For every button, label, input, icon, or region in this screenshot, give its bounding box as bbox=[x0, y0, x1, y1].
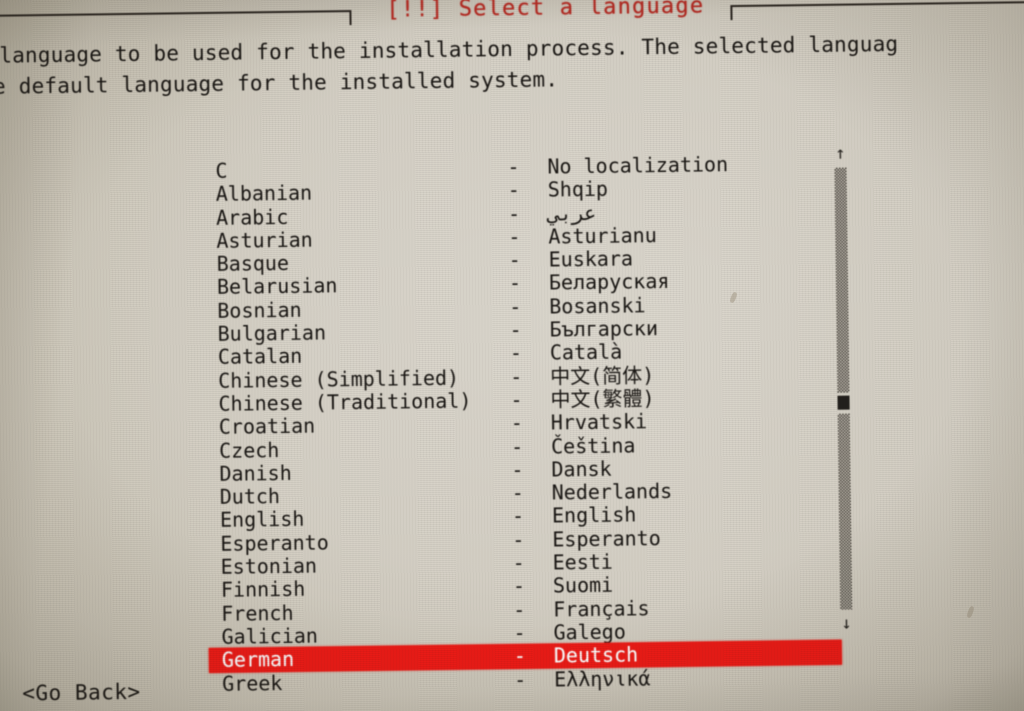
dialog-title: [!!] Select a language bbox=[386, 0, 705, 23]
language-name: Esperanto bbox=[220, 530, 329, 556]
terminal-surface: [!!] Select a language the language to b… bbox=[0, 0, 1024, 711]
language-separator-dash: - bbox=[508, 224, 521, 249]
language-native-name: Euskara bbox=[548, 246, 634, 272]
language-native-name: عربي bbox=[547, 200, 597, 226]
language-native-name: Deutsch bbox=[553, 642, 639, 668]
language-separator-dash: - bbox=[510, 434, 524, 459]
language-native-name: Беларуская bbox=[548, 269, 670, 295]
language-separator-dash: - bbox=[508, 271, 522, 296]
language-name: C bbox=[215, 158, 228, 183]
language-separator-dash: - bbox=[510, 411, 524, 436]
scrollbar-thumb[interactable] bbox=[837, 395, 850, 410]
language-native-name: Asturianu bbox=[548, 222, 657, 249]
dialog-titlebar: [!!] Select a language bbox=[0, 0, 1024, 29]
language-native-name: Français bbox=[553, 595, 650, 622]
language-native-name: English bbox=[551, 502, 637, 528]
language-name: Bosnian bbox=[217, 297, 302, 323]
language-name: Basque bbox=[216, 251, 290, 277]
language-separator-dash: - bbox=[509, 341, 523, 366]
language-name: French bbox=[221, 600, 294, 626]
language-name: German bbox=[221, 647, 295, 673]
language-name: Greek bbox=[222, 670, 283, 696]
language-native-name: No localization bbox=[547, 152, 729, 179]
language-separator-dash: - bbox=[508, 248, 521, 273]
dialog-description: the language to be used for the installa… bbox=[0, 27, 1024, 104]
language-separator-dash: - bbox=[507, 178, 520, 203]
language-separator-dash: - bbox=[513, 667, 527, 692]
language-name: Bulgarian bbox=[217, 320, 327, 346]
language-separator-dash: - bbox=[513, 620, 526, 645]
language-native-name: 中文(繁體) bbox=[550, 386, 655, 412]
language-name: Finnish bbox=[220, 577, 306, 603]
language-native-name: Eesti bbox=[552, 549, 613, 575]
language-native-name: Bosanski bbox=[549, 293, 646, 319]
language-native-name: Български bbox=[549, 316, 659, 342]
language-separator-dash: - bbox=[512, 550, 525, 576]
language-separator-dash: - bbox=[507, 154, 520, 180]
titlebar-rule-right bbox=[730, 0, 1024, 8]
language-name: Belarusian bbox=[216, 273, 338, 300]
language-native-name: Hrvatski bbox=[550, 409, 648, 435]
language-separator-dash: - bbox=[512, 574, 526, 599]
language-name: Catalan bbox=[217, 344, 303, 370]
scroll-down-arrow-icon[interactable]: ↓ bbox=[839, 614, 853, 634]
language-native-name: Esperanto bbox=[552, 525, 661, 552]
language-separator-dash: - bbox=[513, 597, 526, 622]
language-name: Danish bbox=[219, 460, 292, 486]
language-name: Croatian bbox=[218, 413, 316, 440]
language-name: Albanian bbox=[215, 180, 313, 207]
language-name: Czech bbox=[218, 437, 280, 463]
language-name: Galician bbox=[221, 623, 319, 649]
language-separator-dash: - bbox=[507, 201, 521, 226]
language-name: Dutch bbox=[219, 484, 281, 509]
scroll-up-arrow-icon[interactable]: ↑ bbox=[833, 144, 847, 164]
language-name: Estonian bbox=[220, 553, 318, 579]
language-native-name: 中文(简体) bbox=[550, 362, 655, 389]
language-name: English bbox=[219, 507, 305, 533]
language-separator-dash: - bbox=[510, 364, 523, 389]
language-name: Arabic bbox=[215, 204, 289, 230]
titlebar-tick-right bbox=[730, 5, 733, 21]
language-separator-dash: - bbox=[511, 457, 524, 482]
scrollbar-track-lower[interactable] bbox=[837, 413, 853, 610]
go-back-button[interactable]: <Go Back> bbox=[22, 679, 141, 707]
titlebar-rule-left bbox=[0, 10, 352, 18]
language-name: Chinese (Traditional) bbox=[218, 388, 472, 416]
language-native-name: Català bbox=[549, 339, 623, 365]
language-native-name: Nederlands bbox=[551, 479, 673, 505]
language-native-name: Dansk bbox=[551, 456, 612, 482]
language-separator-dash: - bbox=[511, 504, 525, 529]
language-native-name: Čeština bbox=[550, 432, 636, 459]
language-list-scrollbar[interactable]: ↑ ↓ bbox=[825, 144, 857, 634]
language-separator-dash: - bbox=[509, 317, 522, 343]
language-separator-dash: - bbox=[512, 527, 525, 552]
language-native-name: Suomi bbox=[552, 573, 614, 598]
language-separator-dash: - bbox=[511, 481, 524, 506]
language-separator-dash: - bbox=[513, 644, 527, 669]
language-separator-dash: - bbox=[509, 294, 522, 319]
language-separator-dash: - bbox=[510, 387, 523, 412]
dialog-content: [!!] Select a language the language to b… bbox=[0, 0, 1024, 711]
language-native-name: Galego bbox=[553, 619, 626, 645]
language-native-name: Shqip bbox=[547, 177, 609, 202]
language-list[interactable]: C - No localization Albanian - Shqip Arabic - عر… bbox=[202, 152, 842, 696]
scrollbar-track-upper[interactable] bbox=[834, 167, 850, 393]
language-native-name: Ελληνικά bbox=[553, 665, 651, 692]
titlebar-tick-left bbox=[349, 10, 352, 26]
language-name: Asturian bbox=[216, 227, 313, 253]
installer-screen-photo: [!!] Select a language the language to b… bbox=[0, 0, 1024, 711]
